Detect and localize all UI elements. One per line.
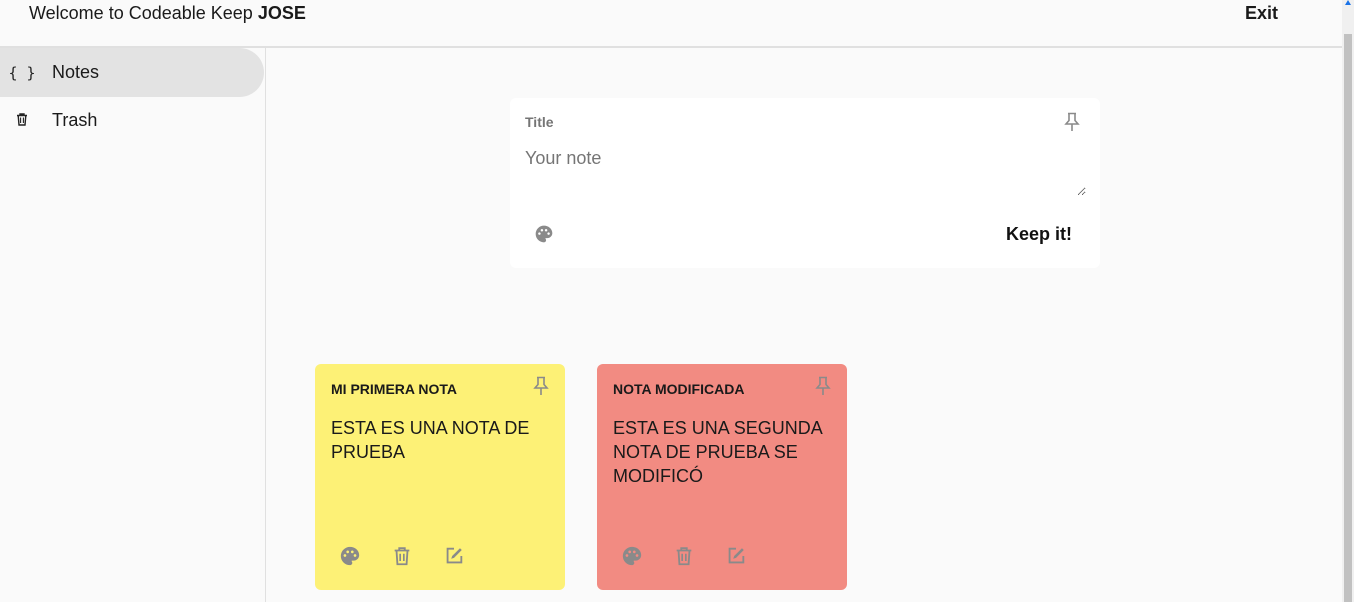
sidebar: { } Notes Trash <box>0 48 266 602</box>
trash-icon <box>0 112 44 130</box>
edit-icon[interactable] <box>443 545 465 572</box>
sidebar-item-label: Trash <box>52 110 98 130</box>
scroll-thumb[interactable] <box>1344 34 1352 602</box>
sidebar-item-label: Notes <box>52 62 100 82</box>
trash-icon[interactable] <box>673 545 695 572</box>
keep-it-button[interactable]: Keep it! <box>1006 224 1072 245</box>
note-title: MI PRIMERA NOTA <box>331 381 457 397</box>
palette-icon[interactable] <box>534 224 554 249</box>
pin-icon[interactable] <box>1064 112 1080 137</box>
pin-icon[interactable] <box>815 376 831 401</box>
title-input[interactable] <box>525 114 925 130</box>
welcome-message: Welcome to Codeable Keep JOSE <box>29 2 306 24</box>
note-body: ESTA ES UNA SEGUNDA NOTA DE PRUEBA SE MO… <box>613 418 822 486</box>
note-composer: Keep it! <box>510 98 1100 268</box>
sidebar-item-notes[interactable]: { } Notes <box>0 48 264 97</box>
note-body: ESTA ES UNA NOTA DE PRUEBA <box>331 418 530 462</box>
edit-icon[interactable] <box>725 545 747 572</box>
braces-icon: { } <box>8 63 36 82</box>
app-header: Welcome to Codeable Keep JOSE Exit <box>0 0 1342 48</box>
pin-icon[interactable] <box>533 376 549 401</box>
page-scrollbar[interactable] <box>1342 0 1354 602</box>
note-card[interactable]: MI PRIMERA NOTA ESTA ES UNA NOTA DE PRUE… <box>315 364 565 590</box>
exit-button[interactable]: Exit <box>1245 2 1278 24</box>
note-title: NOTA MODIFICADA <box>613 381 745 397</box>
note-actions <box>621 545 747 572</box>
username: JOSE <box>257 3 306 23</box>
scroll-up-arrow-icon[interactable] <box>1345 0 1351 5</box>
palette-icon[interactable] <box>339 545 361 572</box>
welcome-text: Welcome to Codeable Keep <box>29 3 258 23</box>
note-card[interactable]: NOTA MODIFICADA ESTA ES UNA SEGUNDA NOTA… <box>597 364 847 590</box>
sidebar-item-trash[interactable]: Trash <box>0 96 264 145</box>
trash-icon[interactable] <box>391 545 413 572</box>
palette-icon[interactable] <box>621 545 643 572</box>
note-textarea[interactable] <box>525 148 1086 196</box>
note-actions <box>339 545 465 572</box>
